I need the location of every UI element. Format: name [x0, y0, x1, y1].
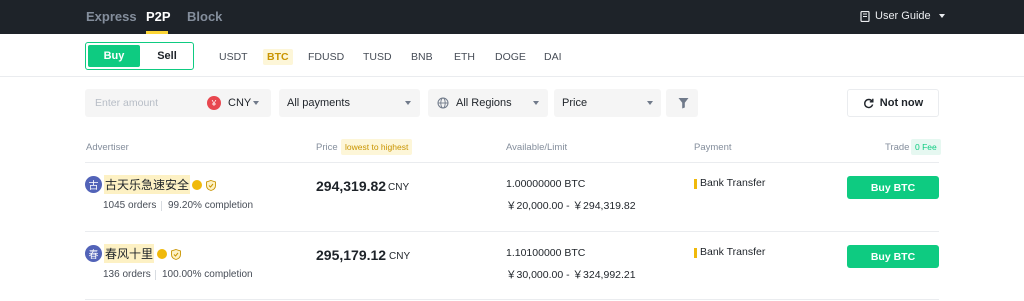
order-count: 136 orders: [103, 269, 151, 280]
stat-separator: [155, 270, 156, 280]
trade-limit: ￥20,000.00 - ￥294,319.82: [506, 200, 636, 212]
filter-button[interactable]: [666, 89, 698, 117]
payment-color-bar: [694, 248, 697, 258]
buy-btc-button[interactable]: Buy BTC: [847, 245, 939, 268]
price-value: 295,179.12: [316, 247, 387, 263]
header-advertiser: Advertiser: [86, 142, 129, 153]
row-divider: [85, 299, 939, 300]
sort-label: Price: [562, 97, 588, 109]
coin-tab-dai[interactable]: DAI: [544, 51, 562, 63]
row-divider: [85, 231, 939, 232]
user-guide-label: User Guide: [875, 10, 931, 22]
tab-p2p[interactable]: P2P: [146, 9, 171, 24]
row-divider: [85, 162, 939, 163]
sell-button[interactable]: Sell: [142, 45, 192, 67]
not-now-label: Not now: [879, 97, 924, 109]
section-divider: [0, 76, 1024, 77]
amount-input[interactable]: Enter amount: [95, 97, 158, 109]
sort-select[interactable]: Price: [554, 89, 661, 117]
shield-icon: [206, 180, 216, 191]
tab-block[interactable]: Block: [187, 9, 222, 24]
coin-tab-btc[interactable]: BTC: [263, 49, 293, 65]
refresh-icon: [863, 98, 874, 108]
payment-method: Bank Transfer: [700, 246, 766, 258]
chevron-down-icon: [647, 101, 653, 105]
coin-tab-tusd[interactable]: TUSD: [363, 51, 392, 63]
advertiser-name[interactable]: 古天乐急速安全: [104, 175, 191, 194]
coin-tab-fdusd[interactable]: FDUSD: [308, 51, 344, 63]
book-icon: [860, 10, 870, 22]
stat-separator: [161, 201, 162, 211]
header-available-limit: Available/Limit: [506, 142, 568, 153]
user-guide-menu[interactable]: User Guide: [860, 10, 945, 22]
regions-label: All Regions: [456, 97, 512, 109]
avatar: 古: [85, 176, 102, 193]
zero-fee-badge: 0 Fee: [911, 139, 941, 155]
filter-funnel-icon: [678, 98, 689, 109]
price-currency: CNY: [388, 182, 410, 193]
completion-rate: 100.00% completion: [162, 269, 253, 280]
coin-tab-eth[interactable]: ETH: [454, 51, 475, 63]
available-amount: 1.10100000 BTC: [506, 247, 586, 259]
coin-tab-bnb[interactable]: BNB: [411, 51, 433, 63]
available-amount: 1.00000000 BTC: [506, 178, 586, 190]
regions-select[interactable]: All Regions: [428, 89, 548, 117]
amount-filter[interactable]: Enter amount ¥ CNY: [85, 89, 271, 117]
shield-icon: [171, 249, 181, 260]
header-price: Price: [316, 142, 338, 153]
tab-express[interactable]: Express: [86, 9, 137, 24]
active-tab-indicator: [146, 31, 168, 34]
cny-currency-icon: ¥: [207, 96, 221, 110]
trade-limit: ￥30,000.00 - ￥324,992.21: [506, 269, 636, 281]
buy-button[interactable]: Buy: [88, 45, 140, 67]
verified-icon: [192, 180, 202, 190]
order-count: 1045 orders: [103, 200, 157, 211]
buy-btc-button[interactable]: Buy BTC: [847, 176, 939, 199]
globe-icon: [437, 97, 449, 109]
coin-tab-doge[interactable]: DOGE: [495, 51, 526, 63]
price-currency: CNY: [389, 251, 411, 262]
completion-rate: 99.20% completion: [168, 200, 254, 211]
top-nav: Express P2P Block User Guide: [0, 0, 1024, 34]
payments-select[interactable]: All payments: [279, 89, 420, 117]
currency-select[interactable]: CNY: [228, 97, 251, 109]
chevron-down-icon: [533, 101, 539, 105]
payment-method: Bank Transfer: [700, 177, 766, 189]
header-payment: Payment: [694, 142, 732, 153]
advertiser-name[interactable]: 春风十里: [104, 244, 155, 263]
verified-icon: [157, 249, 167, 259]
not-now-button[interactable]: Not now: [847, 89, 939, 117]
price-sort-badge[interactable]: lowest to highest: [341, 139, 413, 155]
coin-tab-usdt[interactable]: USDT: [219, 51, 248, 63]
payment-color-bar: [694, 179, 697, 189]
avatar: 春: [85, 245, 102, 262]
payments-label: All payments: [287, 97, 350, 109]
chevron-down-icon: [253, 101, 259, 105]
chevron-down-icon: [938, 14, 945, 18]
price-value: 294,319.82: [316, 178, 387, 194]
buy-sell-toggle: Buy Sell: [85, 42, 194, 70]
header-trade: Trade: [885, 142, 910, 153]
chevron-down-icon: [405, 101, 411, 105]
